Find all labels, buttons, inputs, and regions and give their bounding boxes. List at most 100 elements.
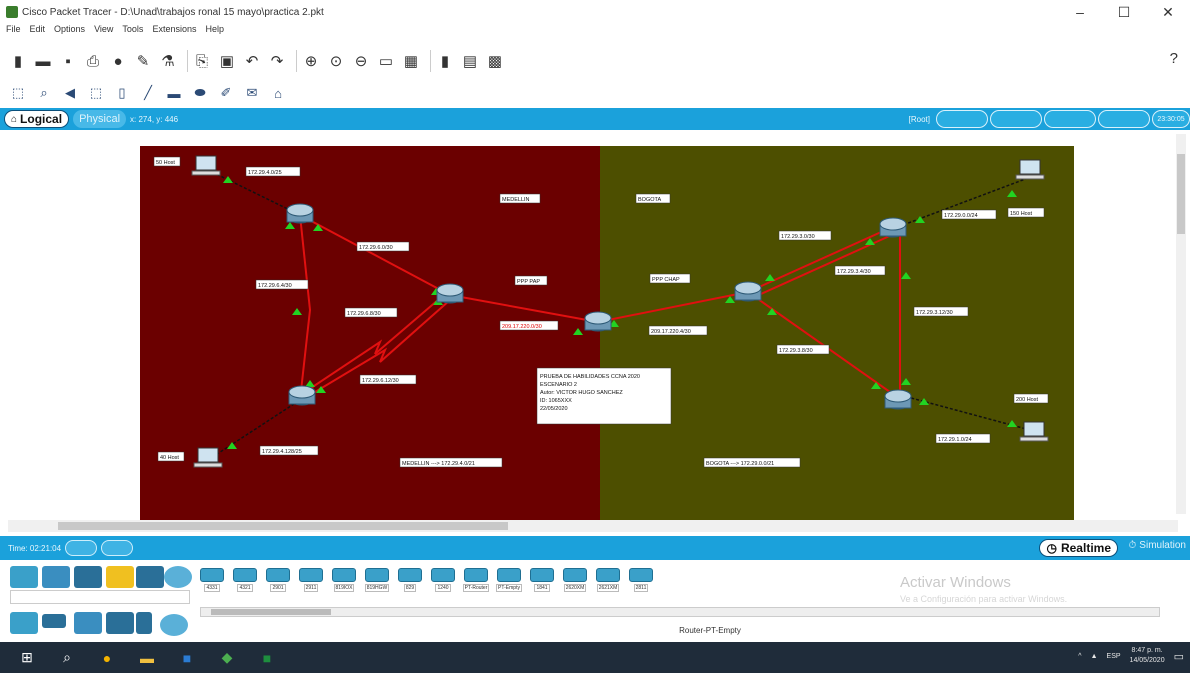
packet-tracer-icon[interactable]: ◆ [214, 647, 240, 669]
device-tile[interactable]: 819IOX [330, 568, 358, 598]
pc-40-icon[interactable] [193, 447, 223, 468]
notes-icon[interactable]: ▩ [485, 51, 505, 71]
realtime-mode-button[interactable]: ◷ Realtime [1039, 539, 1118, 557]
palette-scrollbar[interactable] [200, 607, 1160, 617]
undo-icon[interactable]: ↶ [242, 51, 262, 71]
device-tile[interactable]: 4321 [231, 568, 259, 598]
network-devices-icon[interactable] [10, 566, 38, 588]
freeform-icon[interactable]: ✐ [216, 84, 236, 102]
pc-150-icon[interactable] [1015, 159, 1045, 180]
viewport-button[interactable] [1098, 110, 1150, 128]
cluster-icon[interactable]: ▮ [435, 51, 455, 71]
word-icon[interactable]: ■ [174, 647, 200, 669]
line-icon[interactable]: ╱ [138, 84, 158, 102]
help-button[interactable]: ? [1170, 50, 1178, 67]
wireless-icon[interactable] [106, 612, 134, 634]
device-tile[interactable]: 2911 [297, 568, 325, 598]
vertical-scrollbar[interactable] [1176, 134, 1186, 514]
routers-icon[interactable] [10, 612, 38, 634]
menu-tools[interactable]: Tools [122, 24, 143, 38]
router-b1-icon[interactable] [734, 281, 762, 302]
pc-200-icon[interactable] [1019, 421, 1049, 442]
language-indicator[interactable]: ESP [1107, 653, 1121, 660]
zoom-in-icon[interactable]: ⊕ [301, 51, 321, 71]
simulation-mode-button[interactable]: ⏱ Simulation [1128, 540, 1186, 551]
new-file-icon[interactable]: ▮ [8, 51, 28, 71]
router-r2-icon[interactable] [436, 283, 464, 304]
pc-50-icon[interactable] [191, 155, 221, 176]
menu-options[interactable]: Options [54, 24, 85, 38]
device-tile[interactable]: 1240 [429, 568, 457, 598]
drawing-palette-icon[interactable]: ▭ [376, 51, 396, 71]
device-tile[interactable]: PT-Empty [495, 568, 523, 598]
copy-icon[interactable]: ⎘ [192, 51, 212, 71]
hubs-icon[interactable] [74, 612, 102, 634]
inspect-icon[interactable]: ◀ [60, 84, 80, 102]
select-icon[interactable]: ⬚ [8, 84, 28, 102]
clock[interactable]: 8:47 p. m. 14/05/2020 [1130, 646, 1165, 666]
move-object-button[interactable] [990, 110, 1042, 128]
chrome-icon[interactable]: ● [94, 647, 120, 669]
minimize-button[interactable]: – [1058, 0, 1102, 24]
zoom-reset-icon[interactable]: ⊙ [326, 51, 346, 71]
connections-icon[interactable] [106, 566, 134, 588]
menu-view[interactable]: View [94, 24, 113, 38]
pdu-complex-icon[interactable]: ⌂ [268, 84, 288, 102]
excel-icon[interactable]: ■ [254, 647, 280, 669]
horizontal-scrollbar[interactable] [8, 520, 1178, 532]
delete-icon[interactable]: ▯ [112, 84, 132, 102]
redo-icon[interactable]: ↷ [267, 51, 287, 71]
router-b3-icon[interactable] [884, 389, 912, 410]
logical-workspace[interactable]: 50 Host 172.29.4.0/25 MEDELLIN BOGOTA 17… [0, 130, 1190, 520]
pdu-simple-icon[interactable]: ✉ [242, 84, 262, 102]
root-label[interactable]: [Root] [909, 115, 930, 124]
multiuser-icon[interactable] [164, 566, 192, 588]
info-icon[interactable]: ● [108, 51, 128, 71]
menu-edit[interactable]: Edit [30, 24, 46, 38]
ellipse-icon[interactable]: ⬬ [190, 84, 210, 102]
custom-device-icon[interactable]: ▦ [401, 51, 421, 71]
file-explorer-icon[interactable]: ▬ [134, 647, 160, 669]
switches-icon[interactable] [42, 614, 66, 628]
chevron-up-icon[interactable]: ^ [1078, 653, 1081, 660]
paste-icon[interactable]: ▣ [217, 51, 237, 71]
maximize-button[interactable]: ☐ [1102, 0, 1146, 24]
activity-wizard-icon[interactable]: ✎ [133, 51, 153, 71]
close-button[interactable]: ✕ [1146, 0, 1190, 24]
router-r1-icon[interactable] [286, 203, 314, 224]
router-isp-icon[interactable] [584, 311, 612, 332]
menu-file[interactable]: File [6, 24, 21, 38]
new-cluster-button[interactable] [936, 110, 988, 128]
rectangle-icon[interactable]: ▬ [164, 84, 184, 102]
open-folder-icon[interactable]: ▬ [33, 51, 53, 71]
tab-physical[interactable]: Physical [73, 110, 127, 128]
end-devices-icon[interactable] [42, 566, 70, 588]
device-tile[interactable]: 829 [396, 568, 424, 598]
pdu-icon[interactable]: ▤ [460, 51, 480, 71]
tab-logical[interactable]: ⌂ Logical [4, 110, 70, 128]
device-tile[interactable]: 2901 [264, 568, 292, 598]
search-icon[interactable]: ⌕ [54, 647, 80, 669]
save-icon[interactable]: ▪ [58, 51, 78, 71]
network-icon[interactable]: ▲ [1091, 653, 1098, 660]
notifications-icon[interactable]: ▭ [1174, 650, 1184, 663]
security-icon[interactable] [136, 612, 152, 634]
menu-help[interactable]: Help [205, 24, 224, 38]
router-b2-icon[interactable] [879, 217, 907, 238]
device-tile[interactable]: 1841 [528, 568, 556, 598]
zoom-out-icon[interactable]: ⊖ [351, 51, 371, 71]
components-icon[interactable] [74, 566, 102, 588]
menu-extensions[interactable]: Extensions [152, 24, 196, 38]
device-tile[interactable]: 2811 [627, 568, 655, 598]
print-icon[interactable]: ⎙ [83, 51, 103, 71]
move-icon[interactable]: ⬚ [86, 84, 106, 102]
device-tile[interactable]: PT-Router [462, 568, 490, 598]
wan-emulation-icon[interactable] [160, 614, 188, 636]
set-background-button[interactable] [1044, 110, 1096, 128]
device-tile[interactable]: 4331 [198, 568, 226, 598]
device-tile[interactable]: 2620XM [561, 568, 589, 598]
router-r3-icon[interactable] [288, 385, 316, 406]
fast-forward-button[interactable] [101, 540, 134, 556]
misc-icon[interactable] [136, 566, 164, 588]
windows-start-icon[interactable]: ⊞ [14, 647, 40, 669]
